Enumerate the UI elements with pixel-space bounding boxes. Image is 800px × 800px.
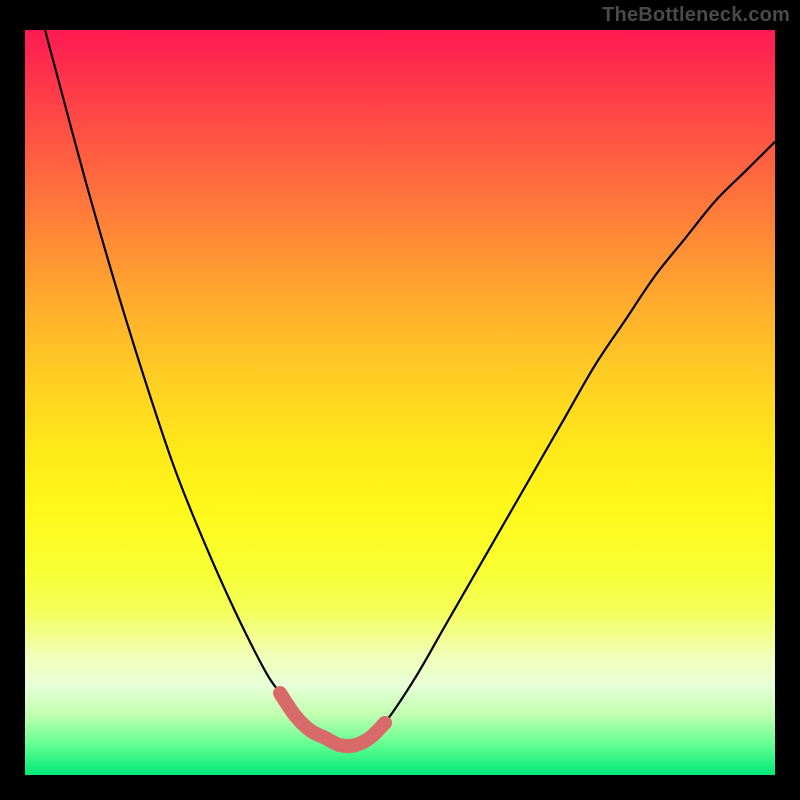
curve-layer	[25, 30, 775, 775]
trough-highlight	[280, 693, 385, 746]
chart-frame: TheBottleneck.com	[0, 0, 800, 800]
bottleneck-curve	[25, 30, 775, 746]
attribution-text: TheBottleneck.com	[602, 4, 790, 27]
plot-area	[25, 30, 775, 775]
